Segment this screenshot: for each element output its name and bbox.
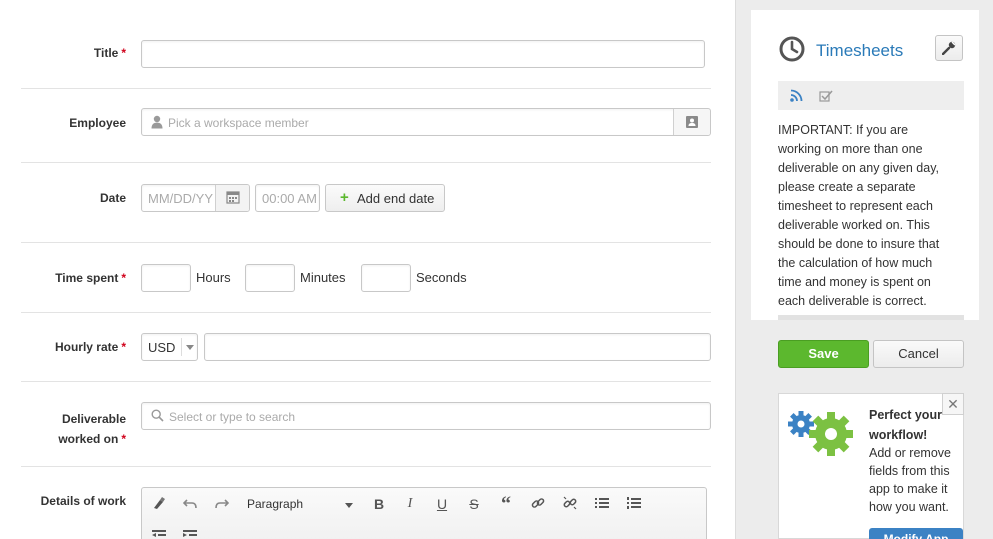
title-input[interactable]: [141, 40, 705, 68]
bold-icon[interactable]: B: [370, 496, 388, 512]
date-label: Date: [99, 191, 126, 205]
promo-title: Perfect your workflow!: [869, 408, 942, 442]
sidebar: Timesheets IMPORTANT: If you are working…: [735, 0, 993, 539]
add-end-date-button[interactable]: + Add end date: [325, 184, 445, 212]
gears-icon: [783, 404, 863, 469]
rss-icon[interactable]: [790, 89, 803, 105]
plus-icon: +: [340, 189, 349, 206]
minutes-input[interactable]: [245, 264, 295, 292]
promo-body: Add or remove fields from this app to ma…: [869, 446, 951, 514]
save-button[interactable]: Save: [778, 340, 869, 368]
important-notice: IMPORTANT: If you are working on more th…: [778, 123, 940, 308]
bullet-list-icon[interactable]: [593, 496, 611, 512]
checkbox-icon[interactable]: [819, 90, 833, 105]
unlink-icon[interactable]: [561, 496, 579, 513]
link-icon[interactable]: [529, 496, 547, 513]
modify-app-button[interactable]: Modify App: [869, 528, 963, 539]
deliverable-search-field[interactable]: Select or type to search: [141, 402, 711, 430]
close-icon[interactable]: ✕: [942, 393, 964, 415]
person-icon: [151, 115, 163, 132]
app-card: Timesheets IMPORTANT: If you are working…: [751, 10, 979, 320]
cancel-button[interactable]: Cancel: [873, 340, 964, 368]
contact-book-icon[interactable]: [673, 109, 710, 135]
time-input[interactable]: 00:00 AM: [255, 184, 320, 212]
hours-unit: Hours: [196, 270, 231, 285]
promo-card: ✕ Perfect your workflow! Add or remove f…: [778, 393, 964, 539]
add-end-date-label: Add end date: [357, 191, 435, 206]
minutes-unit: Minutes: [300, 270, 346, 285]
seconds-input[interactable]: [361, 264, 411, 292]
paragraph-format-select[interactable]: Paragraph: [247, 497, 353, 511]
undo-icon[interactable]: [181, 496, 199, 512]
notice-divider: [778, 315, 964, 320]
date-input[interactable]: MM/DD/YY: [141, 184, 250, 212]
employee-field[interactable]: Pick a workspace member: [141, 108, 711, 136]
employee-label: Employee: [69, 116, 126, 130]
app-title[interactable]: Timesheets: [816, 41, 903, 61]
employee-placeholder: Pick a workspace member: [168, 116, 309, 130]
title-label: Title *: [93, 46, 126, 60]
deliverable-placeholder: Select or type to search: [169, 410, 296, 424]
date-placeholder: MM/DD/YY: [148, 191, 213, 206]
time-placeholder: 00:00 AM: [262, 191, 316, 206]
hourly-rate-input[interactable]: [204, 333, 711, 361]
chevron-down-icon: [181, 338, 197, 356]
rich-text-editor[interactable]: Paragraph B I U S “: [141, 487, 707, 539]
italic-icon[interactable]: I: [401, 496, 419, 512]
indent-icon[interactable]: [181, 528, 199, 539]
hours-input[interactable]: [141, 264, 191, 292]
clock-icon: [779, 36, 805, 65]
clear-format-icon[interactable]: [150, 496, 168, 513]
calendar-icon[interactable]: [215, 185, 249, 211]
currency-value: USD: [148, 340, 176, 355]
strikethrough-icon[interactable]: S: [465, 496, 483, 512]
redo-icon[interactable]: [213, 496, 231, 512]
form-panel: Title * Employee Pick a workspace member …: [0, 0, 735, 539]
details-label: Details of work: [40, 494, 126, 508]
numbered-list-icon[interactable]: [625, 496, 643, 512]
quote-icon[interactable]: “: [497, 493, 515, 516]
underline-icon[interactable]: U: [433, 496, 451, 512]
currency-select[interactable]: USD: [141, 333, 198, 361]
hourly-rate-label: Hourly rate *: [54, 340, 126, 354]
deliverable-label: Deliverable worked on *: [58, 412, 126, 446]
seconds-unit: Seconds: [416, 270, 467, 285]
outdent-icon[interactable]: [150, 528, 168, 539]
search-icon: [151, 409, 164, 425]
time-spent-label: Time spent *: [55, 271, 126, 285]
app-tabs-bar: [778, 81, 964, 110]
wrench-icon[interactable]: [935, 35, 963, 61]
